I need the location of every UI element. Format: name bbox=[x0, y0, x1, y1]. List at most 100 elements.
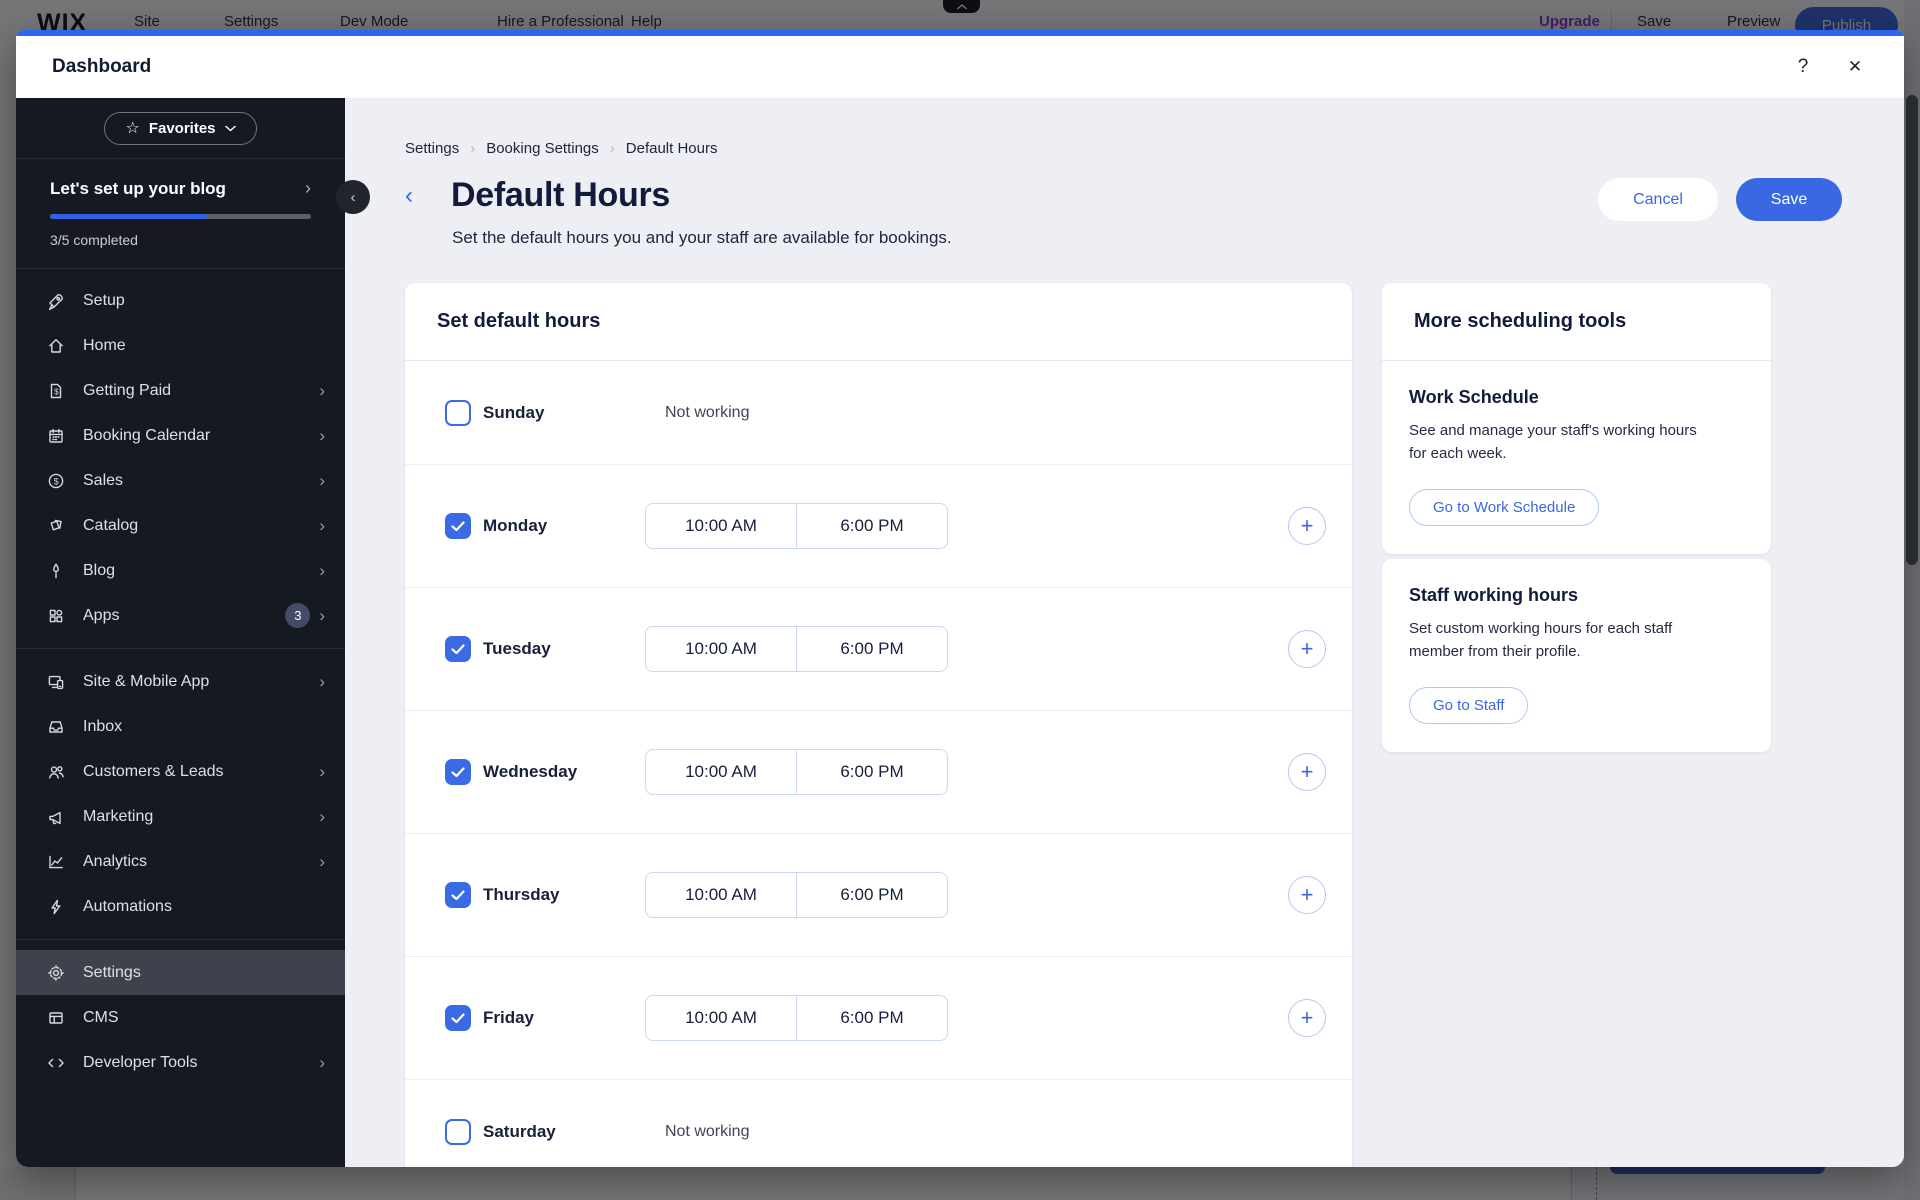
gear-icon bbox=[46, 963, 66, 983]
scheduling-tools-card: More scheduling tools Work Schedule See … bbox=[1382, 283, 1771, 554]
go-to-staff-button[interactable]: Go to Staff bbox=[1409, 687, 1529, 724]
add-hours-button[interactable]: + bbox=[1288, 999, 1326, 1037]
start-time-input[interactable]: 10:00 AM bbox=[645, 872, 797, 918]
chevron-down-icon bbox=[224, 125, 236, 132]
chevron-right-icon: › bbox=[319, 380, 325, 400]
start-time-input[interactable]: 10:00 AM bbox=[645, 503, 797, 549]
analytics-icon bbox=[46, 852, 66, 872]
day-row-sunday: Sunday Not working bbox=[405, 361, 1352, 465]
calendar-icon bbox=[46, 426, 66, 446]
start-time-input[interactable]: 10:00 AM bbox=[645, 749, 797, 795]
day-time-range: 10:00 AM 6:00 PM bbox=[645, 872, 948, 918]
dashboard-modal: Dashboard ? ✕ ☆ Favorites Let's set up y… bbox=[16, 30, 1904, 1167]
sidebar-item-booking-calendar[interactable]: Booking Calendar › bbox=[16, 413, 345, 458]
end-time-input[interactable]: 6:00 PM bbox=[796, 995, 948, 1041]
add-hours-button[interactable]: + bbox=[1288, 753, 1326, 791]
work-schedule-heading: Work Schedule bbox=[1409, 387, 1539, 407]
add-hours-button[interactable]: + bbox=[1288, 630, 1326, 668]
day-checkbox[interactable] bbox=[445, 399, 471, 426]
page: WIX Site Settings Dev Mode Hire a Profes… bbox=[0, 0, 1920, 1200]
day-time-range: 10:00 AM 6:00 PM bbox=[645, 626, 948, 672]
sidebar-item-customers-leads[interactable]: Customers & Leads › bbox=[16, 749, 345, 794]
collapse-sidebar-button[interactable]: ‹ bbox=[336, 180, 370, 214]
day-label: Monday bbox=[483, 516, 548, 535]
sidebar-item-settings[interactable]: Settings bbox=[16, 950, 345, 995]
favorites-label: Favorites bbox=[148, 119, 216, 137]
blog-icon bbox=[46, 561, 66, 581]
hours-card-title: Set default hours bbox=[437, 310, 601, 332]
save-button[interactable]: Save bbox=[1736, 178, 1842, 221]
sidebar-item-sales[interactable]: $ Sales › bbox=[16, 458, 345, 503]
day-checkbox[interactable] bbox=[445, 1005, 471, 1031]
day-checkbox[interactable] bbox=[445, 882, 471, 908]
end-time-input[interactable]: 6:00 PM bbox=[796, 749, 948, 795]
staff-hours-heading: Staff working hours bbox=[1409, 585, 1579, 605]
start-time-input[interactable]: 10:00 AM bbox=[645, 995, 797, 1041]
favorites-button[interactable]: ☆ Favorites bbox=[104, 111, 257, 145]
day-rows: Sunday Not working Monday 10:00 AM 6:00 … bbox=[405, 361, 1352, 1167]
end-time-input[interactable]: 6:00 PM bbox=[796, 503, 948, 549]
go-to-work-schedule-button[interactable]: Go to Work Schedule bbox=[1409, 489, 1600, 526]
check-icon bbox=[451, 766, 465, 777]
marketing-icon bbox=[46, 807, 66, 827]
day-checkbox[interactable] bbox=[445, 1118, 471, 1145]
day-row-friday: Friday 10:00 AM 6:00 PM + bbox=[405, 957, 1352, 1080]
setup-progress-count: 3/5 completed bbox=[50, 232, 138, 248]
page-subtitle: Set the default hours you and your staff… bbox=[452, 228, 952, 247]
sidebar-item-blog[interactable]: Blog › bbox=[16, 548, 345, 593]
breadcrumb-current: Default Hours bbox=[625, 140, 718, 157]
end-time-input[interactable]: 6:00 PM bbox=[796, 626, 948, 672]
day-label: Saturday bbox=[483, 1121, 556, 1141]
breadcrumb: Settings › Booking Settings › Default Ho… bbox=[405, 140, 718, 157]
back-icon[interactable]: ‹ bbox=[405, 183, 425, 208]
setup-progress-card[interactable]: Let's set up your blog › 3/5 completed bbox=[16, 159, 345, 269]
work-schedule-section: Work Schedule See and manage your staff'… bbox=[1382, 361, 1771, 554]
chevron-right-icon: › bbox=[319, 851, 325, 871]
getting-paid-icon: $ bbox=[46, 381, 66, 401]
sidebar-item-catalog[interactable]: Catalog › bbox=[16, 503, 345, 548]
chevron-right-icon: › bbox=[305, 178, 311, 198]
home-icon bbox=[46, 336, 66, 356]
chevron-right-icon: › bbox=[609, 140, 615, 157]
chevron-right-icon: › bbox=[319, 425, 325, 445]
end-time-input[interactable]: 6:00 PM bbox=[796, 872, 948, 918]
add-hours-button[interactable]: + bbox=[1288, 876, 1326, 914]
day-label: Thursday bbox=[483, 885, 560, 904]
sidebar-item-getting-paid[interactable]: $ Getting Paid › bbox=[16, 368, 345, 413]
sidebar-item-developer-tools[interactable]: Developer Tools › bbox=[16, 1040, 345, 1085]
automations-icon bbox=[46, 897, 66, 917]
sidebar-item-apps[interactable]: Apps 3 › bbox=[16, 593, 345, 638]
start-time-input[interactable]: 10:00 AM bbox=[645, 626, 797, 672]
breadcrumb-booking-settings[interactable]: Booking Settings bbox=[486, 140, 599, 157]
modal-title: Dashboard bbox=[52, 56, 152, 77]
add-hours-button[interactable]: + bbox=[1288, 507, 1326, 545]
day-time-range: 10:00 AM 6:00 PM bbox=[645, 503, 948, 549]
svg-text:$: $ bbox=[54, 476, 59, 486]
sidebar-item-inbox[interactable]: Inbox bbox=[16, 704, 345, 749]
breadcrumb-settings[interactable]: Settings bbox=[405, 140, 459, 157]
day-status: Not working bbox=[665, 403, 750, 421]
tools-card-header: More scheduling tools bbox=[1382, 283, 1771, 361]
day-label: Tuesday bbox=[483, 639, 551, 658]
customers-icon bbox=[46, 762, 66, 782]
chevron-right-icon: › bbox=[319, 515, 325, 535]
day-checkbox[interactable] bbox=[445, 759, 471, 785]
cancel-button[interactable]: Cancel bbox=[1598, 178, 1718, 221]
day-checkbox[interactable] bbox=[445, 636, 471, 662]
sidebar-item-setup[interactable]: Setup bbox=[16, 278, 345, 323]
cms-icon bbox=[46, 1008, 66, 1028]
day-checkbox[interactable] bbox=[445, 513, 471, 539]
check-icon bbox=[451, 643, 465, 654]
modal-body: ☆ Favorites Let's set up your blog › 3/5… bbox=[16, 98, 1904, 1167]
staff-hours-section: Staff working hours Set custom working h… bbox=[1382, 559, 1771, 752]
sidebar-item-home[interactable]: Home bbox=[16, 323, 345, 368]
sidebar-item-site-mobile-app[interactable]: Site & Mobile App › bbox=[16, 659, 345, 704]
sidebar-item-cms[interactable]: CMS bbox=[16, 995, 345, 1040]
sidebar-item-automations[interactable]: Automations bbox=[16, 884, 345, 929]
help-icon[interactable]: ? bbox=[1786, 50, 1820, 84]
day-time-range: 10:00 AM 6:00 PM bbox=[645, 749, 948, 795]
day-row-thursday: Thursday 10:00 AM 6:00 PM + bbox=[405, 834, 1352, 957]
close-icon[interactable]: ✕ bbox=[1838, 50, 1872, 84]
sidebar-item-analytics[interactable]: Analytics › bbox=[16, 839, 345, 884]
sidebar-item-marketing[interactable]: Marketing › bbox=[16, 794, 345, 839]
